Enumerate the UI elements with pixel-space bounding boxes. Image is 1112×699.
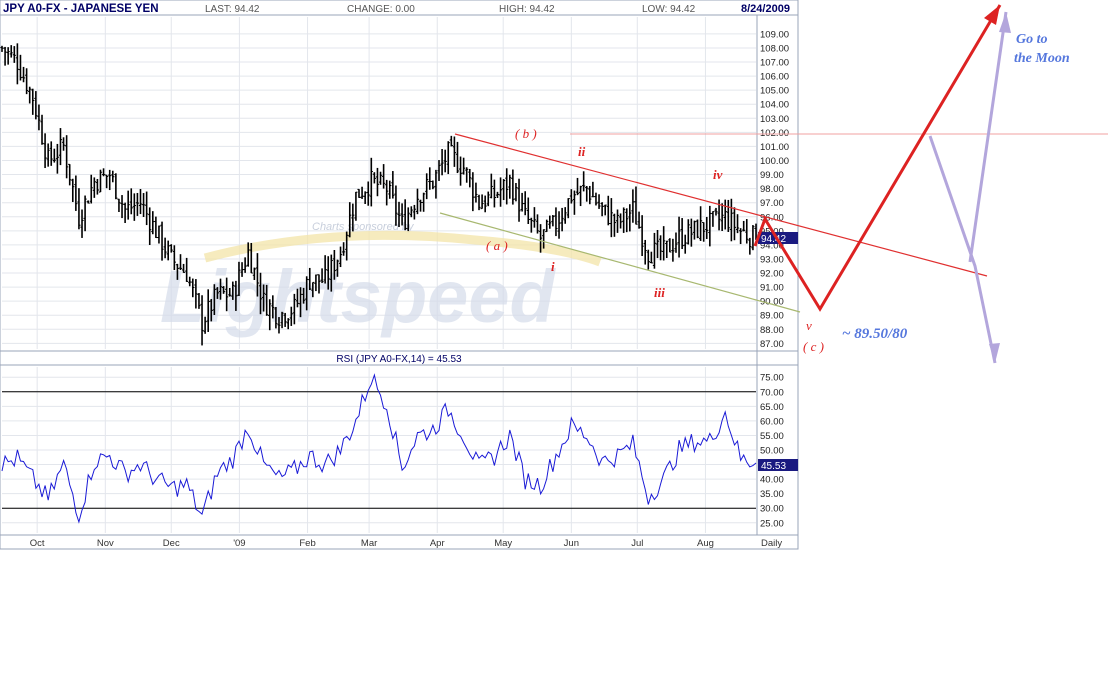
alt-projection-up — [968, 11, 1008, 263]
wave-label-b: ( b ) — [515, 126, 537, 141]
moon-label-line1: Go to — [1016, 32, 1048, 47]
x-tick-label: Dec — [163, 538, 180, 549]
period-label: Daily — [761, 538, 782, 549]
y-axis-labels: 87.0088.0089.0090.0091.0092.0093.0094.00… — [760, 29, 789, 529]
x-tick-label: Nov — [97, 538, 114, 549]
wave-label-i: i — [551, 259, 555, 274]
rsi-tick-label: 75.00 — [760, 373, 784, 384]
price-tick-label: 109.00 — [760, 29, 789, 40]
rsi-tick-label: 30.00 — [760, 504, 784, 515]
rsi-tick-label: 35.00 — [760, 489, 784, 500]
rsi-tick-label: 40.00 — [760, 475, 784, 486]
target-label: ~ 89.50/80 — [842, 326, 908, 342]
header-last: LAST: 94.42 — [205, 4, 260, 15]
price-tick-label: 105.00 — [760, 86, 789, 97]
header-high: HIGH: 94.42 — [499, 4, 555, 15]
wave-label-iii: iii — [654, 285, 665, 300]
x-tick-label: '09 — [233, 538, 245, 549]
price-tick-label: 102.00 — [760, 128, 789, 139]
x-tick-label: Apr — [430, 538, 445, 549]
price-tick-label: 104.00 — [760, 100, 789, 111]
x-tick-label: Aug — [697, 538, 714, 549]
wave-label-a: ( a ) — [486, 238, 508, 253]
header-change: CHANGE: 0.00 — [347, 4, 415, 15]
x-tick-label: Feb — [299, 538, 315, 549]
price-tick-label: 99.00 — [760, 170, 784, 181]
alt-projection-arrowhead-down — [989, 343, 1000, 363]
rsi-series-line — [1, 373, 757, 524]
price-tick-label: 88.00 — [760, 325, 784, 336]
projection-path — [753, 4, 1002, 312]
price-tick-label: 101.00 — [760, 142, 789, 153]
price-tick-label: 89.00 — [760, 311, 784, 322]
rsi-tick-label: 25.00 — [760, 518, 784, 529]
price-tick-label: 92.00 — [760, 269, 784, 280]
rsi-tick-label: 55.00 — [760, 431, 784, 442]
price-tick-label: 103.00 — [760, 114, 789, 125]
watermark-logo: Lightspeed — [160, 255, 556, 338]
rsi-line — [1, 373, 757, 524]
wave-label-c: ( c ) — [803, 339, 824, 354]
price-tick-label: 97.00 — [760, 198, 784, 209]
x-axis-bar — [0, 534, 799, 550]
wave-label-iv: iv — [713, 167, 723, 182]
rsi-tick-label: 50.00 — [760, 446, 784, 457]
alt-projection-arrowhead-up — [999, 12, 1011, 33]
header-date: 8/24/2009 — [741, 3, 790, 15]
x-tick-label: Jun — [564, 538, 579, 549]
chart-symbol-title: JPY A0-FX - JAPANESE YEN — [3, 3, 159, 15]
price-chart-figure: JPY A0-FX - JAPANESE YEN LAST: 94.42 CHA… — [0, 0, 1108, 550]
x-tick-label: Jul — [631, 538, 643, 549]
rsi-tick-label: 65.00 — [760, 402, 784, 413]
x-tick-label: Mar — [361, 538, 377, 549]
moon-label-line2: the Moon — [1014, 51, 1070, 66]
price-tick-label: 107.00 — [760, 58, 789, 69]
header-low: LOW: 94.42 — [642, 4, 696, 15]
price-tick-label: 98.00 — [760, 184, 784, 195]
price-tick-label: 108.00 — [760, 43, 789, 54]
x-tick-label: Oct — [30, 538, 45, 549]
price-tick-label: 100.00 — [760, 156, 789, 167]
rsi-value-badge: 45.53 — [761, 461, 786, 472]
rsi-label: RSI (JPY A0-FX,14) = 45.53 — [336, 354, 462, 365]
rsi-tick-label: 70.00 — [760, 387, 784, 398]
wave-label-v: v — [806, 318, 812, 333]
rsi-tick-label: 60.00 — [760, 416, 784, 427]
x-tick-label: May — [494, 538, 512, 549]
alt-projection-path — [928, 135, 997, 364]
wave-label-ii: ii — [578, 144, 586, 159]
price-tick-label: 87.00 — [760, 339, 784, 350]
price-tick-label: 91.00 — [760, 283, 784, 294]
projection-arrowhead — [984, 5, 1000, 25]
price-tick-label: 93.00 — [760, 254, 784, 265]
price-tick-label: 106.00 — [760, 72, 789, 83]
